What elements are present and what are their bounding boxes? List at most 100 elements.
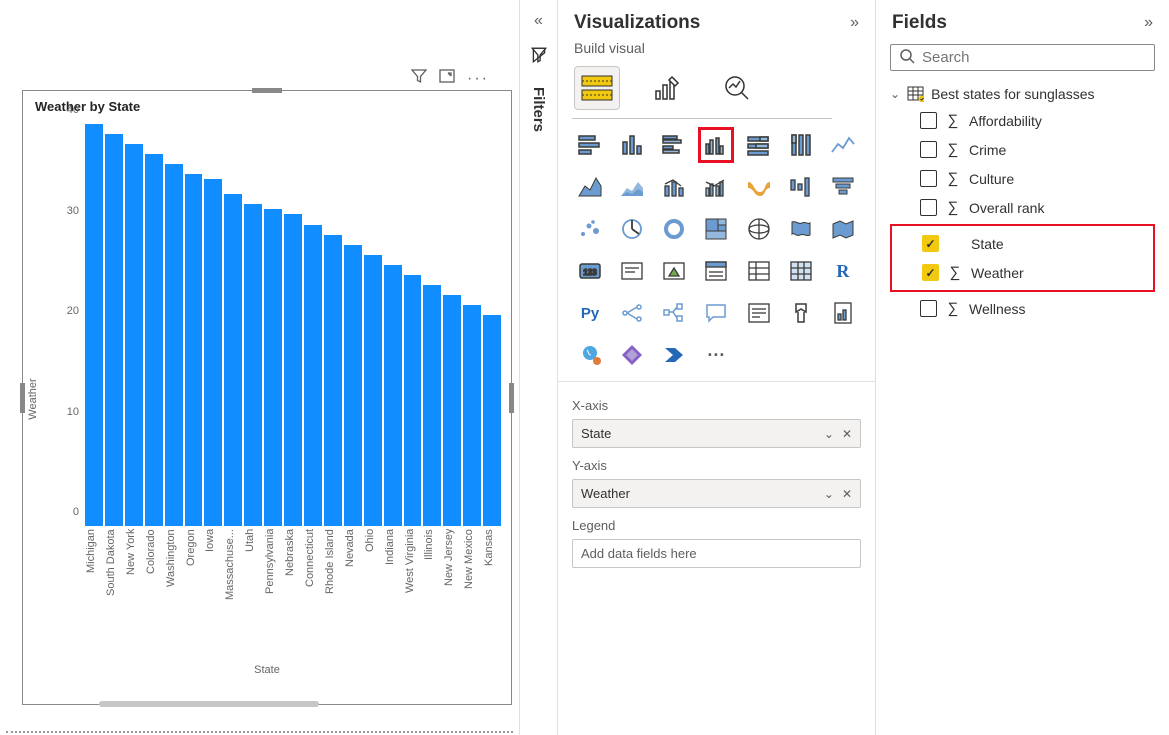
bar[interactable] — [423, 285, 441, 526]
key-influencers-icon[interactable] — [614, 295, 650, 331]
donut-icon[interactable] — [656, 211, 692, 247]
table-best-states[interactable]: ⌄ Best states for sunglasses — [890, 81, 1155, 106]
python-visual-icon[interactable]: Py — [572, 295, 608, 331]
power-apps-icon[interactable] — [614, 337, 650, 373]
bar[interactable] — [224, 194, 242, 526]
pie-icon[interactable] — [614, 211, 650, 247]
line-stacked-column-icon[interactable] — [656, 169, 692, 205]
field-weather[interactable]: ∑Weather — [892, 258, 1147, 287]
field-checkbox[interactable] — [920, 170, 937, 187]
canvas-boundary — [6, 731, 513, 733]
field-checkbox[interactable] — [920, 112, 937, 129]
card-icon[interactable] — [614, 253, 650, 289]
filled-map-icon[interactable] — [783, 211, 819, 247]
bar[interactable] — [185, 174, 203, 526]
map-icon[interactable] — [741, 211, 777, 247]
field-checkbox[interactable] — [922, 235, 939, 252]
field-culture[interactable]: ∑Culture — [890, 164, 1155, 193]
column-chart-visual[interactable]: Weather by State Weather 010203040 Michi… — [22, 90, 512, 705]
treemap-icon[interactable] — [698, 211, 734, 247]
build-visual-tab[interactable] — [574, 66, 620, 110]
r-visual-icon[interactable]: R — [825, 253, 861, 289]
filter-icon[interactable] — [411, 68, 427, 89]
waterfall-icon[interactable] — [783, 169, 819, 205]
ribbon-chart-icon[interactable] — [741, 169, 777, 205]
field-checkbox[interactable] — [920, 141, 937, 158]
clustered-bar-icon[interactable] — [656, 127, 692, 163]
format-visual-tab[interactable] — [644, 66, 690, 110]
field-state[interactable]: State — [892, 229, 1147, 258]
fields-search[interactable] — [890, 44, 1155, 71]
bar[interactable] — [165, 164, 183, 526]
multi-row-card-icon[interactable] — [656, 253, 692, 289]
bar[interactable] — [324, 235, 342, 526]
bar[interactable] — [244, 204, 262, 526]
goals-icon[interactable] — [783, 295, 819, 331]
bar[interactable] — [364, 255, 382, 526]
field-checkbox[interactable] — [920, 300, 937, 317]
bar[interactable] — [443, 295, 461, 526]
bar[interactable] — [105, 134, 123, 526]
qa-visual-icon[interactable] — [698, 295, 734, 331]
bar[interactable] — [404, 275, 422, 526]
field-checkbox[interactable] — [922, 264, 939, 281]
bar[interactable] — [284, 214, 302, 526]
scatter-icon[interactable] — [572, 211, 608, 247]
collapse-viz-icon[interactable]: » — [850, 14, 859, 32]
filter-glyph-icon[interactable] — [530, 46, 548, 67]
bar[interactable] — [264, 209, 282, 526]
smart-narrative-icon[interactable] — [741, 295, 777, 331]
report-canvas[interactable]: ··· Weather by State Weather 010203040 M… — [0, 0, 520, 735]
line-clustered-column-icon[interactable] — [698, 169, 734, 205]
legend-well[interactable]: Add data fields here — [572, 539, 861, 568]
field-affordability[interactable]: ∑Affordability — [890, 106, 1155, 135]
remove-field-icon[interactable]: ✕ — [842, 487, 852, 501]
clustered-column-icon[interactable] — [698, 127, 734, 163]
bar[interactable] — [384, 265, 402, 526]
funnel-icon[interactable] — [825, 169, 861, 205]
horizontal-scroll-thumb[interactable] — [99, 701, 319, 707]
chevron-down-icon[interactable]: ⌄ — [824, 427, 834, 441]
table-icon[interactable] — [783, 253, 819, 289]
bar[interactable] — [304, 225, 322, 527]
decomposition-tree-icon[interactable] — [656, 295, 692, 331]
hundred-stacked-column-icon[interactable] — [783, 127, 819, 163]
remove-field-icon[interactable]: ✕ — [842, 427, 852, 441]
resize-handle-top[interactable] — [252, 88, 282, 93]
bar[interactable] — [145, 154, 163, 526]
bar[interactable] — [125, 144, 143, 526]
analytics-tab[interactable] — [714, 66, 760, 110]
search-input[interactable] — [922, 49, 1146, 66]
slicer-icon[interactable] — [741, 253, 777, 289]
filters-pane-label[interactable]: Filters — [530, 87, 547, 132]
field-checkbox[interactable] — [920, 199, 937, 216]
arcgis-map-icon[interactable] — [572, 337, 608, 373]
line-chart-icon[interactable] — [825, 127, 861, 163]
field-wellness[interactable]: ∑Wellness — [890, 294, 1155, 323]
collapse-fields-icon[interactable]: » — [1144, 14, 1153, 32]
azure-map-icon[interactable] — [825, 211, 861, 247]
kpi-icon[interactable] — [698, 253, 734, 289]
bar[interactable] — [204, 179, 222, 526]
y-axis-well[interactable]: Weather ⌄✕ — [572, 479, 861, 508]
focus-mode-icon[interactable] — [439, 68, 455, 89]
field-overall-rank[interactable]: ∑Overall rank — [890, 193, 1155, 222]
power-automate-icon[interactable] — [656, 337, 692, 373]
bar[interactable] — [85, 124, 103, 526]
more-options-icon[interactable]: ··· — [467, 70, 489, 88]
chevron-down-icon[interactable]: ⌄ — [824, 487, 834, 501]
expand-filters-icon[interactable]: « — [534, 12, 543, 30]
hundred-stacked-bar-icon[interactable] — [741, 127, 777, 163]
bar[interactable] — [463, 305, 481, 526]
field-crime[interactable]: ∑Crime — [890, 135, 1155, 164]
gauge-icon[interactable]: 123 — [572, 253, 608, 289]
area-chart-icon[interactable] — [572, 169, 608, 205]
stacked-column-icon[interactable] — [614, 127, 650, 163]
x-axis-well[interactable]: State ⌄✕ — [572, 419, 861, 448]
bar[interactable] — [344, 245, 362, 526]
stacked-bar-icon[interactable] — [572, 127, 608, 163]
bar[interactable] — [483, 315, 501, 526]
paginated-report-icon[interactable] — [825, 295, 861, 331]
more-visuals-icon[interactable]: ··· — [698, 337, 734, 373]
stacked-area-icon[interactable] — [614, 169, 650, 205]
